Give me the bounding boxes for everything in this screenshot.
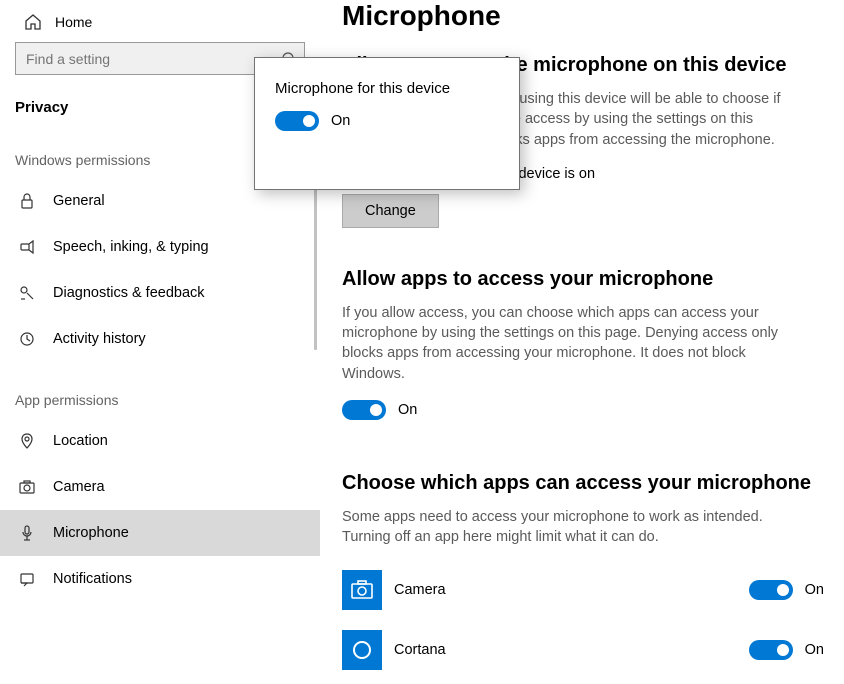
popup-toggle-label: On — [331, 113, 350, 129]
app-toggle-label: On — [805, 582, 824, 598]
app-row-cortana: Cortana On — [342, 624, 824, 684]
sidebar-item-label: Speech, inking, & typing — [53, 239, 209, 255]
sidebar-item-diagnostics[interactable]: Diagnostics & feedback — [0, 270, 320, 316]
app-name: Cortana — [394, 642, 749, 658]
speech-icon — [17, 237, 37, 257]
location-icon — [17, 431, 37, 451]
microphone-icon — [17, 523, 37, 543]
sidebar-item-label: Location — [53, 433, 108, 449]
change-popup: Microphone for this device On — [254, 57, 520, 190]
popup-title: Microphone for this device — [275, 80, 499, 97]
sidebar-home-label: Home — [55, 14, 92, 30]
sidebar-section-app: App permissions — [0, 362, 320, 418]
app-toggle-camera[interactable] — [749, 580, 793, 600]
sidebar-item-speech[interactable]: Speech, inking, & typing — [0, 224, 320, 270]
feedback-icon — [17, 283, 37, 303]
section2-desc: If you allow access, you can choose whic… — [342, 303, 790, 384]
lock-icon — [17, 191, 37, 211]
app-toggle-label: On — [805, 642, 824, 658]
sidebar-item-label: Notifications — [53, 571, 132, 587]
sidebar-item-label: Activity history — [53, 331, 146, 347]
notifications-icon — [17, 569, 37, 589]
change-button[interactable]: Change — [342, 194, 439, 228]
app-row-camera: Camera On — [342, 564, 824, 624]
sidebar-home[interactable]: Home — [0, 4, 320, 42]
sidebar-item-label: Camera — [53, 479, 105, 495]
sidebar-item-label: General — [53, 193, 105, 209]
sidebar-item-location[interactable]: Location — [0, 418, 320, 464]
app-toggle-cortana[interactable] — [749, 640, 793, 660]
section3-title: Choose which apps can access your microp… — [342, 472, 824, 495]
activity-icon — [17, 329, 37, 349]
sidebar-item-activity[interactable]: Activity history — [0, 316, 320, 362]
section2-title: Allow apps to access your microphone — [342, 268, 824, 291]
popup-device-toggle[interactable] — [275, 111, 319, 131]
app-name: Camera — [394, 582, 749, 598]
sidebar-item-label: Diagnostics & feedback — [53, 285, 205, 301]
app-icon-camera — [342, 570, 382, 610]
camera-icon — [17, 477, 37, 497]
allow-apps-toggle-label: On — [398, 402, 417, 418]
app-icon-cortana — [342, 630, 382, 670]
home-icon — [23, 12, 43, 32]
allow-apps-toggle[interactable] — [342, 400, 386, 420]
sidebar-item-label: Microphone — [53, 525, 129, 541]
sidebar-item-microphone[interactable]: Microphone — [0, 510, 320, 556]
sidebar-item-notifications[interactable]: Notifications — [0, 556, 320, 602]
section3-desc: Some apps need to access your microphone… — [342, 507, 790, 548]
page-title: Microphone — [342, 0, 824, 32]
sidebar-item-camera[interactable]: Camera — [0, 464, 320, 510]
